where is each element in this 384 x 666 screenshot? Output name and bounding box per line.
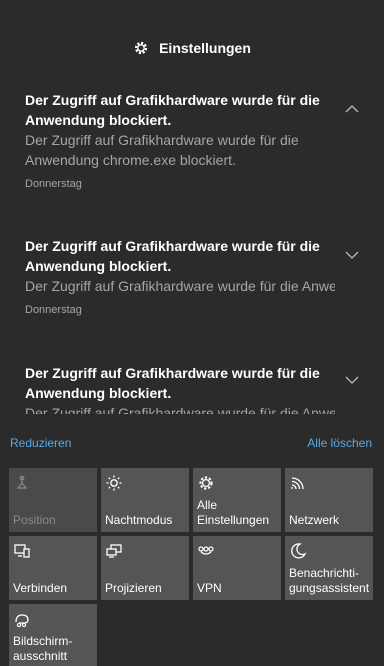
- tile-vpn[interactable]: VPN: [193, 536, 281, 600]
- notification-title: Der Zugriff auf Grafikhardware wurde für…: [25, 365, 320, 401]
- snip-icon: [15, 614, 29, 628]
- network-icon: [291, 477, 304, 490]
- tile-label: Position: [13, 513, 56, 527]
- notification-body: Der Zugriff auf Grafikhardware wurde für…: [25, 405, 335, 414]
- action-center-header[interactable]: Einstellungen: [0, 36, 384, 60]
- tile-label: Alle Einstellungen: [197, 498, 270, 527]
- notification-time: Donnerstag: [25, 178, 82, 190]
- notification-body: Der Zugriff auf Grafikhardware wurde für…: [25, 132, 299, 168]
- tile-night-mode[interactable]: Nachtmodus: [101, 468, 189, 532]
- tile-connect[interactable]: Verbinden: [9, 536, 97, 600]
- tile-focus-assist[interactable]: Benachrichti-gungsassistent: [285, 536, 373, 600]
- notification-title: Der Zugriff auf Grafikhardware wurde für…: [25, 92, 320, 128]
- tile-screen-snip[interactable]: Bildschirm-ausschnitt: [9, 604, 97, 666]
- clear-all-link[interactable]: Alle löschen: [307, 436, 372, 450]
- notification-item[interactable]: Der Zugriff auf Grafikhardware wurde für…: [0, 363, 384, 414]
- vpn-icon: [198, 546, 214, 555]
- project-icon: [106, 544, 122, 558]
- tile-label: Benachrichti-gungsassistent: [289, 566, 370, 595]
- notification-title: Der Zugriff auf Grafikhardware wurde für…: [25, 238, 320, 274]
- notification-time: Donnerstag: [25, 304, 82, 316]
- tile-network[interactable]: Netzwerk: [285, 468, 373, 532]
- location-icon: [16, 475, 28, 489]
- moon-icon: [291, 543, 307, 559]
- tile-label: Nachtmodus: [105, 513, 173, 527]
- tile-label: VPN: [197, 581, 222, 595]
- gear-icon: [199, 476, 213, 490]
- notification-item[interactable]: Der Zugriff auf Grafikhardware wurde für…: [0, 236, 384, 326]
- header-title: Einstellungen: [159, 40, 251, 56]
- tile-project[interactable]: Projizieren: [101, 536, 189, 600]
- collapse-link[interactable]: Reduzieren: [10, 436, 71, 450]
- tile-label: Netzwerk: [289, 513, 340, 527]
- notification-body: Der Zugriff auf Grafikhardware wurde für…: [25, 278, 335, 294]
- tile-position[interactable]: Position: [9, 468, 97, 532]
- connect-icon: [14, 544, 30, 558]
- gear-icon: [134, 41, 148, 55]
- chevron-up-icon[interactable]: [345, 104, 359, 114]
- quick-actions-bar: Reduzieren Alle löschen: [0, 430, 384, 456]
- tile-all-settings[interactable]: Alle Einstellungen: [193, 468, 281, 532]
- brightness-icon: [106, 475, 122, 491]
- tile-label: Verbinden: [13, 581, 68, 595]
- chevron-down-icon[interactable]: [345, 375, 359, 385]
- notification-item[interactable]: Der Zugriff auf Grafikhardware wurde für…: [0, 90, 384, 200]
- chevron-down-icon[interactable]: [345, 250, 359, 260]
- tile-label: Projizieren: [105, 581, 162, 595]
- tile-label: Bildschirm-ausschnitt: [13, 634, 73, 663]
